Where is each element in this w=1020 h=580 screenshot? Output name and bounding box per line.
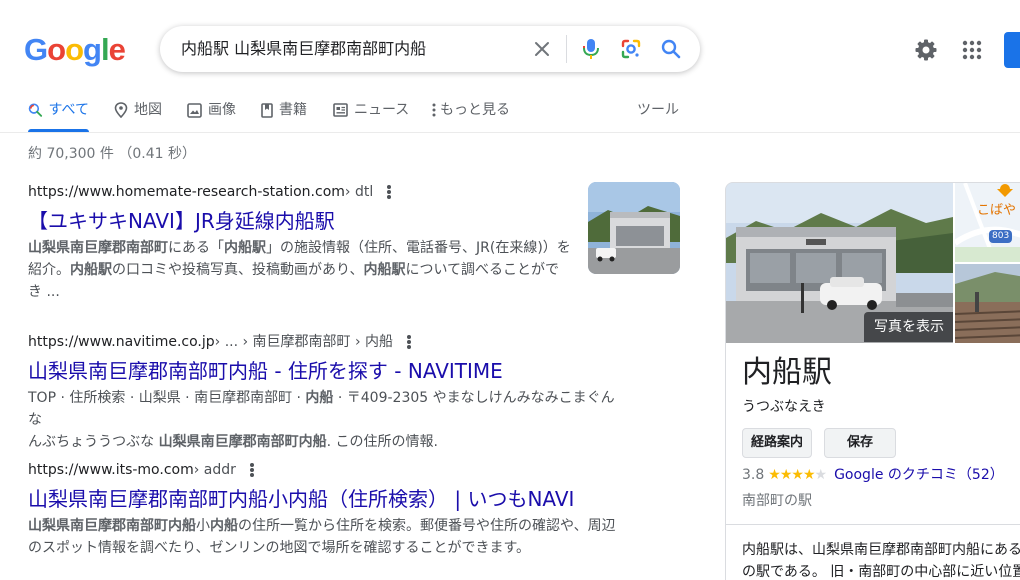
result-title[interactable]: 山梨県南巨摩郡南部町内船小内船（住所検索） | いつもNAVI bbox=[28, 486, 628, 512]
search-result: https://www.its-mo.com › addr 山梨県南巨摩郡南部町… bbox=[28, 460, 628, 559]
result-site: https://www.homemate-research-station.co… bbox=[28, 184, 345, 200]
reviews-label: Google のクチコミ bbox=[834, 467, 958, 483]
star-empty-icon: ★ bbox=[814, 467, 828, 483]
map-place-label: こばや bbox=[977, 203, 1017, 218]
tab-label: 地図 bbox=[134, 102, 162, 118]
microphone-icon[interactable] bbox=[579, 37, 603, 61]
tab-images[interactable]: 画像 bbox=[187, 96, 236, 132]
route-number-badge: 803 bbox=[989, 230, 1013, 243]
news-icon bbox=[333, 103, 348, 117]
location-map[interactable]: こばや 803 bbox=[955, 183, 1020, 262]
logo-letter: l bbox=[100, 32, 110, 67]
sign-in-button[interactable] bbox=[1004, 32, 1020, 68]
logo-letter: o bbox=[47, 32, 66, 67]
description-line: の駅である。 旧・南部町の中心部に近い位置 bbox=[742, 564, 1020, 580]
apps-grid-icon[interactable] bbox=[960, 38, 984, 62]
reviews-link[interactable]: Google のクチコミ（52） bbox=[834, 465, 1004, 485]
more-options-icon[interactable] bbox=[249, 463, 254, 477]
result-url[interactable]: https://www.its-mo.com › addr bbox=[28, 460, 628, 480]
station-side-photo[interactable] bbox=[955, 264, 1020, 343]
result-stats: 約 70,300 件 （0.41 秒） bbox=[28, 146, 196, 162]
result-title[interactable]: 山梨県南巨摩郡南部町内船 - 住所を探す - NAVITIME bbox=[28, 358, 628, 384]
tab-all[interactable]: すべて bbox=[28, 96, 89, 132]
result-path: › addr bbox=[193, 462, 236, 478]
directions-button[interactable]: 経路案内 bbox=[742, 428, 812, 458]
result-site: https://www.its-mo.com bbox=[28, 462, 194, 478]
tab-label: 画像 bbox=[208, 102, 236, 118]
reviews-count: （52） bbox=[957, 467, 1004, 483]
more-vert-icon bbox=[432, 103, 436, 117]
description-line: 内船駅は、山梨県南巨摩郡南部町内船にある bbox=[742, 542, 1020, 558]
result-path: › ... › 南巨摩郡南部町 › 内船 bbox=[214, 334, 394, 350]
search-icon[interactable] bbox=[659, 37, 683, 61]
star-filled-icon: ★ bbox=[768, 467, 781, 483]
more-options-icon[interactable] bbox=[407, 335, 412, 349]
result-path: › dtl bbox=[344, 184, 374, 200]
rating-row: 3.8 ★★★★★ Google のクチコミ（52） bbox=[742, 465, 1004, 485]
place-type: 南部町の駅 bbox=[742, 493, 812, 509]
tab-label: ニュース bbox=[354, 102, 410, 118]
place-title: 内船駅 bbox=[742, 355, 832, 390]
map-pin-icon bbox=[114, 102, 128, 118]
tab-label: もっと見る bbox=[440, 102, 510, 118]
search-input[interactable]: 内船駅 山梨県南巨摩郡南部町内船 bbox=[181, 38, 426, 60]
tools-button[interactable]: ツール bbox=[637, 100, 679, 120]
search-icon bbox=[28, 103, 43, 117]
rating-value: 3.8 bbox=[742, 467, 765, 483]
result-snippet: TOP · 住所検索 · 山梨県 · 南巨摩郡南部町 · 内船 · 〒409-2… bbox=[28, 390, 615, 450]
close-icon[interactable] bbox=[530, 37, 554, 61]
show-photos-button[interactable]: 写真を表示 bbox=[864, 312, 953, 342]
tab-label: すべて bbox=[48, 102, 89, 118]
star-rating-icon: ★★★★★ bbox=[768, 465, 828, 485]
result-thumbnail[interactable] bbox=[588, 182, 680, 274]
logo-letter: G bbox=[24, 32, 48, 67]
google-logo[interactable]: Google bbox=[24, 32, 126, 68]
star-filled-icon: ★ bbox=[779, 467, 793, 483]
knowledge-panel: 写真を表示 こばや 803 内船駅 うつぶなえき 経路案内 保存 3.8 ★★★… bbox=[725, 182, 1020, 580]
result-snippet: 山梨県南巨摩郡南部町内船小内船の住所一覧から住所を検索。郵便番号や住所の確認や、… bbox=[28, 518, 616, 556]
star-filled-icon: ★ bbox=[791, 467, 804, 483]
search-box[interactable]: 内船駅 山梨県南巨摩郡南部町内船 bbox=[160, 26, 700, 72]
station-photo[interactable]: 写真を表示 bbox=[726, 183, 953, 343]
result-snippet: 山梨県南巨摩郡南部町にある「内船駅」の施設情報（住所、電話番号、JR(在来線)）… bbox=[28, 240, 571, 300]
result-title[interactable]: 【ユキサキNAVI】JR身延線内船駅 bbox=[28, 208, 588, 234]
more-options-icon[interactable] bbox=[387, 185, 392, 199]
panel-divider bbox=[726, 524, 1020, 525]
logo-letter: e bbox=[108, 32, 126, 67]
logo-letter: g bbox=[83, 32, 102, 67]
lens-camera-icon[interactable] bbox=[619, 37, 643, 61]
star-filled-icon: ★ bbox=[802, 467, 816, 483]
tabs-divider bbox=[0, 132, 1020, 133]
result-url[interactable]: https://www.homemate-research-station.co… bbox=[28, 182, 588, 202]
tab-books[interactable]: 書籍 bbox=[261, 96, 307, 132]
logo-letter: o bbox=[65, 32, 84, 67]
save-button[interactable]: 保存 bbox=[824, 428, 896, 458]
tab-maps[interactable]: 地図 bbox=[114, 96, 162, 132]
result-url[interactable]: https://www.navitime.co.jp › ... › 南巨摩郡南… bbox=[28, 332, 628, 352]
place-description: 内船駅は、山梨県南巨摩郡南部町内船にある の駅である。 旧・南部町の中心部に近い… bbox=[742, 539, 1020, 580]
tab-news[interactable]: ニュース bbox=[333, 96, 409, 132]
search-divider bbox=[566, 35, 567, 63]
tab-label: 書籍 bbox=[279, 102, 307, 118]
gear-icon[interactable] bbox=[914, 38, 938, 62]
place-reading: うつぶなえき bbox=[742, 399, 826, 415]
result-site: https://www.navitime.co.jp bbox=[28, 334, 215, 350]
book-icon bbox=[261, 103, 273, 118]
search-result: https://www.homemate-research-station.co… bbox=[28, 182, 588, 303]
tab-more[interactable]: もっと見る bbox=[432, 96, 510, 132]
search-result: https://www.navitime.co.jp › ... › 南巨摩郡南… bbox=[28, 332, 628, 453]
image-icon bbox=[187, 103, 202, 118]
